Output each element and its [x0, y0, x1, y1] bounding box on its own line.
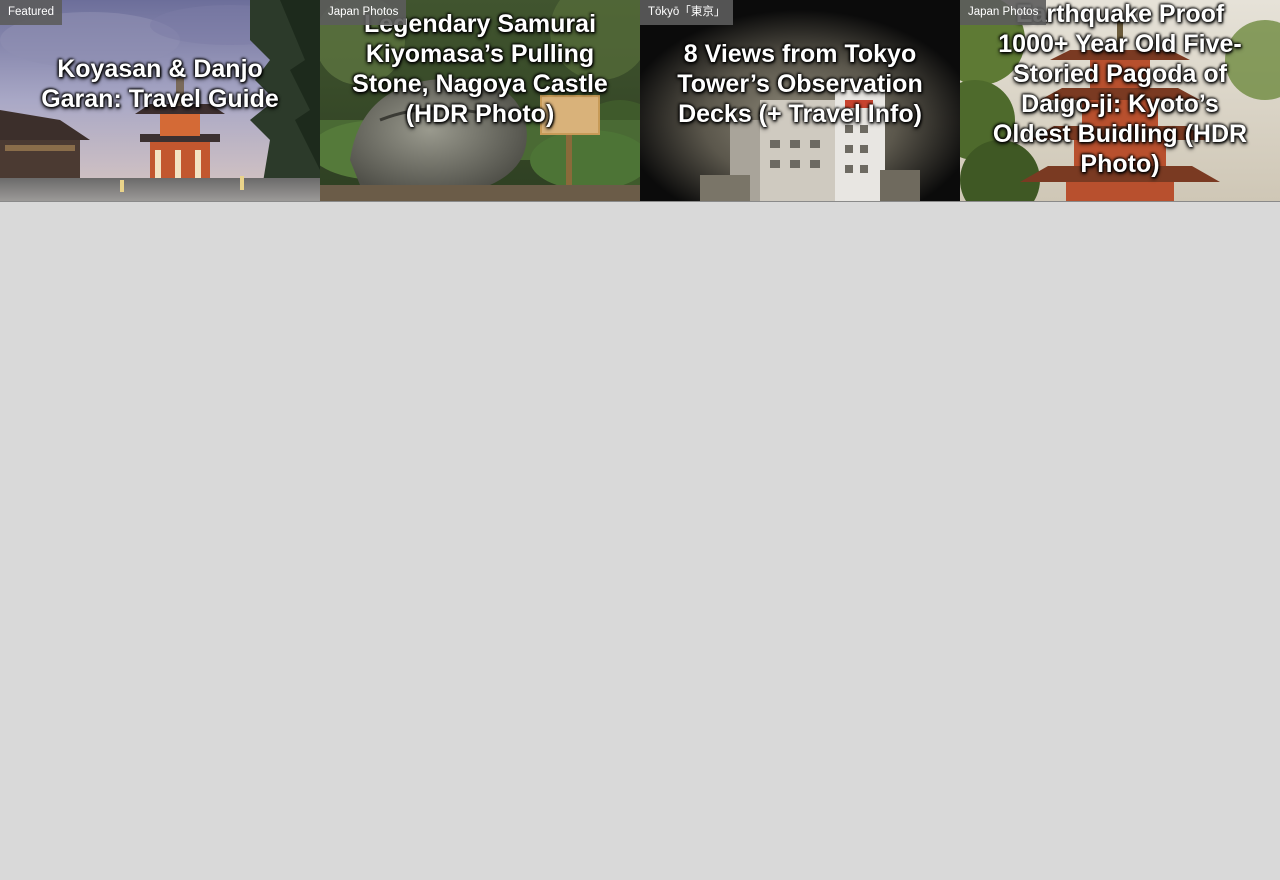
post-title[interactable]: Legendary Samurai Kiyomasa’s Pulling Sto…	[346, 9, 614, 129]
post-title[interactable]: Earthquake Proof 1000+ Year Old Five-Sto…	[984, 0, 1256, 179]
post-title[interactable]: 8 Views from Tokyo Tower’s Observation D…	[660, 39, 940, 129]
post-card-kiyomasa-stone[interactable]: Japan Photos Legendary Samurai Kiyomasa’…	[320, 0, 640, 201]
category-badge[interactable]: Japan Photos	[960, 0, 1047, 25]
featured-posts-strip: Featured Koyasan & Danjo Garan: Travel G…	[0, 0, 1280, 202]
category-badge[interactable]: Featured	[0, 0, 63, 25]
post-card-koyasan[interactable]: Featured Koyasan & Danjo Garan: Travel G…	[0, 0, 320, 201]
post-card-daigo-ji-pagoda[interactable]: Japan Photos Earthquake Proof 1000+ Year…	[960, 0, 1280, 201]
category-badge[interactable]: Japan Photos	[320, 0, 407, 25]
category-badge[interactable]: Tōkyō「東京」	[640, 0, 734, 25]
post-card-tokyo-tower[interactable]: Tōkyō「東京」 8 Views from Tokyo Tower’s Obs…	[640, 0, 960, 201]
post-title[interactable]: Koyasan & Danjo Garan: Travel Guide	[22, 54, 298, 114]
